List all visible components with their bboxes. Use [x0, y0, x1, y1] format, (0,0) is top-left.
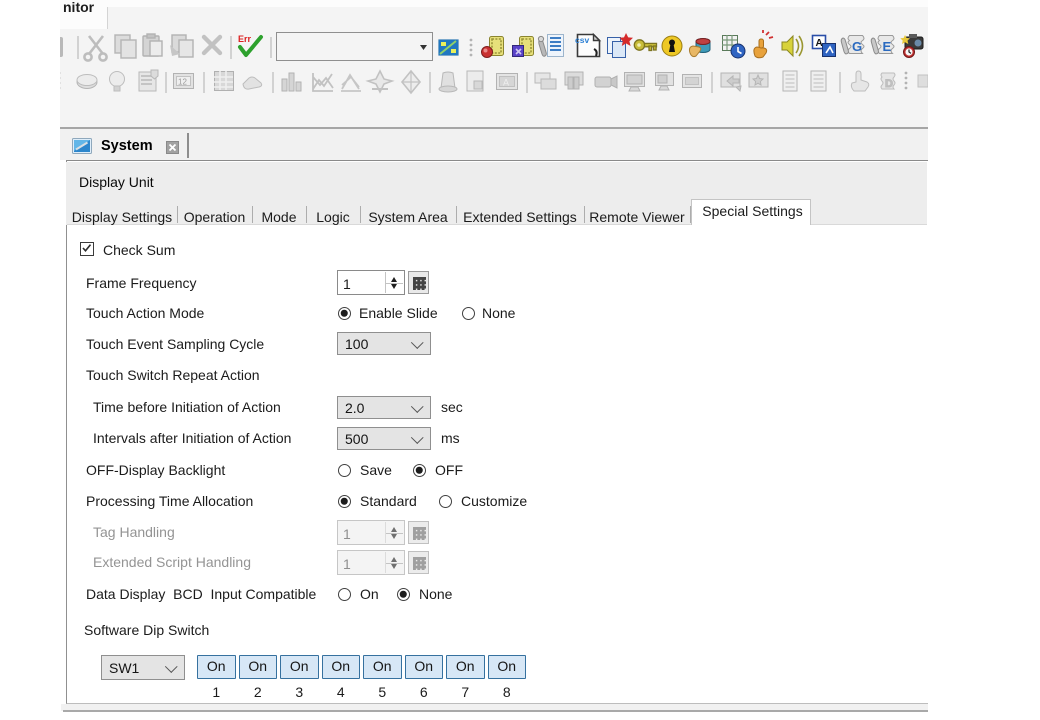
svg-text:G: G: [852, 39, 862, 54]
svg-text:csv: csv: [575, 35, 589, 45]
svg-text:12: 12: [178, 78, 187, 87]
svg-text:A: A: [503, 78, 509, 88]
svg-text:E: E: [883, 39, 892, 54]
svg-text:A: A: [816, 38, 823, 49]
svg-text:D: D: [885, 78, 893, 90]
svg-text:Err: Err: [238, 34, 252, 44]
